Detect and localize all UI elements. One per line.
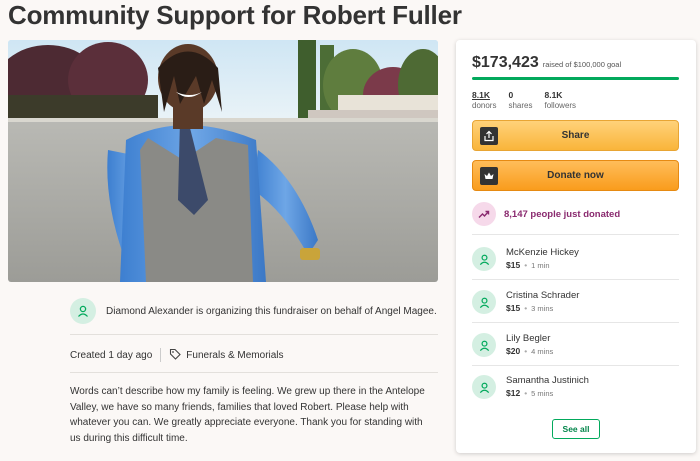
share-label: Share [561,130,590,141]
trending-text: 8,147 people just donated [504,208,621,220]
donor-name: McKenzie Hickey [506,247,579,258]
created-date: Created 1 day ago [70,349,153,361]
divider [472,279,679,280]
donor-time: 3 mins [531,304,554,313]
divider [472,234,679,235]
donor-time: 5 mins [531,389,554,398]
fundraiser-meta: Created 1 day ago Funerals & Memorials [70,346,284,364]
donor-time: 4 mins [531,347,554,356]
organizer-text: Diamond Alexander is organizing this fun… [106,305,437,317]
donor-amount: $20 [506,346,521,356]
dot-separator: • [524,260,528,270]
donor-amount: $15 [506,260,521,270]
divider [472,322,679,323]
progress-fill [472,77,679,80]
raised-summary: $173,423 raised of $100,000 goal [472,54,621,72]
progress-bar [472,77,679,80]
dot-separator: • [524,303,528,313]
story-text: Words can’t describe how my family is fe… [70,386,425,444]
donor-name: Lily Begler [506,333,551,344]
donor-item: McKenzie Hickey $15 • 1 min [472,246,579,272]
trending-row: 8,147 people just donated [472,202,620,226]
divider [472,365,679,366]
category-link[interactable]: Funerals & Memorials [169,348,284,363]
stat-label: shares [508,101,533,110]
goal-text: raised of $100,000 goal [542,60,622,69]
stat-label: donors [472,101,497,110]
trending-up-icon [472,202,496,226]
person-icon [472,333,496,357]
donate-label: Donate now [547,170,604,181]
donate-button[interactable]: Donate now [472,160,679,191]
donor-item: Lily Begler $20 • 4 mins [472,332,553,358]
stat-value: 8.1K [544,90,563,100]
dot-separator: • [524,388,528,398]
donor-time: 1 min [531,261,550,270]
person-icon [472,375,496,399]
donation-card: $173,423 raised of $100,000 goal 8.1K do… [456,40,696,453]
divider [70,372,438,373]
donor-name: Cristina Schrader [506,290,580,301]
person-icon [472,247,496,271]
raised-amount: $173,423 [472,54,539,71]
stat-label: followers [544,101,577,110]
stat-donors[interactable]: 8.1K donors [472,90,496,111]
person-icon [472,290,496,314]
organizer-row: Diamond Alexander is organizing this fun… [70,297,438,325]
gofundme-logo-icon [480,167,498,185]
stat-value: 8.1K [472,90,490,100]
stat-shares: 0 shares [508,90,532,111]
meta-separator [160,348,162,362]
stat-value: 0 [508,90,514,100]
divider [70,334,438,335]
donor-amount: $12 [506,388,521,398]
donor-amount: $15 [506,303,521,313]
stats-row: 8.1K donors 0 shares 8.1K followers [472,90,576,111]
person-icon [70,298,96,324]
stat-followers: 8.1K followers [544,90,576,111]
dot-separator: • [524,346,528,356]
category-label: Funerals & Memorials [186,349,284,361]
donor-item: Cristina Schrader $15 • 3 mins [472,289,579,315]
share-upload-icon [480,127,498,145]
donor-item: Samantha Justinich $12 • 5 mins [472,374,589,400]
tag-icon [169,348,182,363]
see-all-button[interactable]: See all [552,419,600,439]
share-button[interactable]: Share [472,120,679,151]
donor-name: Samantha Justinich [506,375,589,386]
page-title: Community Support for Robert Fuller [8,0,462,30]
fundraiser-hero-image[interactable] [8,40,438,282]
